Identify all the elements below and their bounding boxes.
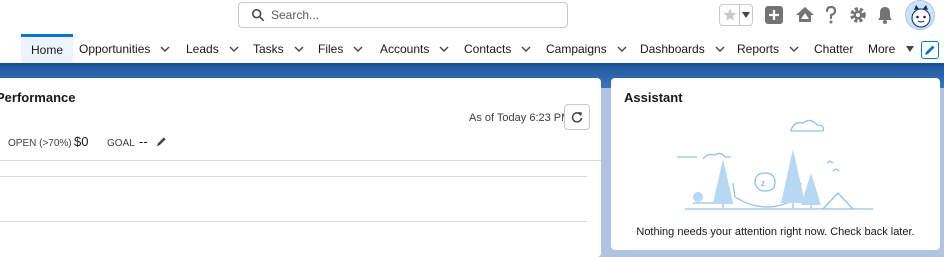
avatar-icon	[906, 1, 934, 29]
chevron-down-icon[interactable]	[160, 44, 170, 54]
hammock-illustration: z	[677, 119, 873, 210]
open-value: $0	[74, 134, 89, 149]
nav-tab-chatter[interactable]: Chatter	[814, 34, 853, 63]
nav-tab-label: More	[868, 41, 896, 56]
nav-tab-label: Chatter	[814, 41, 854, 56]
star-icon	[723, 8, 736, 21]
help-icon	[825, 6, 837, 24]
help-button[interactable]	[821, 5, 841, 25]
nav-tab-home[interactable]: Home	[21, 34, 74, 63]
edit-goal-icon[interactable]	[156, 136, 167, 147]
performance-title: Performance	[0, 90, 76, 105]
search-input[interactable]	[271, 8, 551, 22]
chevron-down-icon[interactable]	[521, 44, 531, 54]
chevron-down-icon[interactable]	[789, 44, 799, 54]
gear-icon	[850, 7, 866, 23]
chevron-down-icon[interactable]	[617, 44, 627, 54]
chevron-down-icon[interactable]	[229, 44, 239, 54]
chevron-down-icon[interactable]	[439, 44, 449, 54]
nav-tab-label: Campaigns	[546, 41, 607, 56]
edit-nav-items-button[interactable]	[921, 41, 939, 59]
caret-down-icon[interactable]	[905, 44, 915, 54]
nav-tab-label: Contacts	[464, 41, 512, 56]
refresh-button[interactable]	[564, 104, 590, 130]
search-icon	[251, 8, 265, 22]
nav-tab-campaigns[interactable]: Campaigns	[546, 34, 627, 63]
caret-down-icon	[742, 12, 751, 18]
goal-label: GOAL	[107, 138, 135, 149]
bell-icon	[878, 7, 892, 24]
nav-tab-label: Files	[318, 41, 344, 56]
pencil-icon	[925, 45, 935, 55]
trailhead-icon	[796, 7, 814, 22]
assistant-empty-message: Nothing needs your attention right now. …	[636, 226, 915, 238]
nav-tab-reports[interactable]: Reports	[737, 34, 799, 63]
nav-tab-accounts[interactable]: Accounts	[380, 34, 449, 63]
chart-gridline	[0, 221, 587, 222]
assistant-title: Assistant	[624, 90, 683, 105]
chevron-down-icon[interactable]	[715, 44, 725, 54]
nav-tab-more[interactable]: More	[868, 34, 915, 63]
nav-tab-files[interactable]: Files	[318, 34, 363, 63]
performance-card: Performance As of Today 6:23 PM OPEN (>7…	[0, 78, 601, 257]
global-header	[0, 0, 944, 34]
nav-tab-label: Opportunities	[79, 41, 151, 56]
open-label: OPEN (>70%)	[8, 138, 72, 149]
setup-button[interactable]	[848, 5, 868, 25]
refresh-icon	[571, 112, 583, 123]
favorites-button[interactable]	[720, 5, 739, 25]
global-search[interactable]	[238, 2, 568, 28]
chevron-down-icon[interactable]	[353, 44, 363, 54]
nav-tab-dashboards[interactable]: Dashboards	[640, 34, 725, 63]
divider	[0, 160, 601, 161]
nav-tab-label: Home	[31, 43, 64, 57]
goal-value: --	[139, 134, 148, 149]
assistant-card: Assistant z Nothing needs your attention…	[611, 78, 940, 250]
as-of-timestamp: As of Today 6:23 PM	[469, 112, 571, 124]
nav-tab-label: Reports	[737, 41, 780, 56]
notifications-button[interactable]	[875, 5, 895, 25]
global-actions-button[interactable]	[764, 5, 784, 25]
nav-tab-opportunities[interactable]: Opportunities	[79, 34, 170, 63]
chevron-down-icon[interactable]	[294, 44, 304, 54]
chart-gridline	[0, 176, 587, 177]
nav-tab-label: Tasks	[253, 41, 284, 56]
favorites-control	[719, 4, 753, 26]
nav-tab-label: Accounts	[380, 41, 430, 56]
svg-text:z: z	[761, 179, 765, 188]
nav-tab-tasks[interactable]: Tasks	[253, 34, 304, 63]
nav-tab-label: Dashboards	[640, 41, 705, 56]
nav-tab-leads[interactable]: Leads	[186, 34, 239, 63]
nav-tab-label: Leads	[186, 41, 219, 56]
add-icon	[765, 6, 783, 24]
app-navigation-bar: Home Opportunities Leads Tasks Files Acc…	[0, 34, 944, 66]
trailhead-button[interactable]	[795, 5, 815, 25]
nav-tab-contacts[interactable]: Contacts	[464, 34, 531, 63]
user-avatar[interactable]	[905, 0, 935, 30]
favorites-list-button[interactable]	[739, 5, 752, 25]
